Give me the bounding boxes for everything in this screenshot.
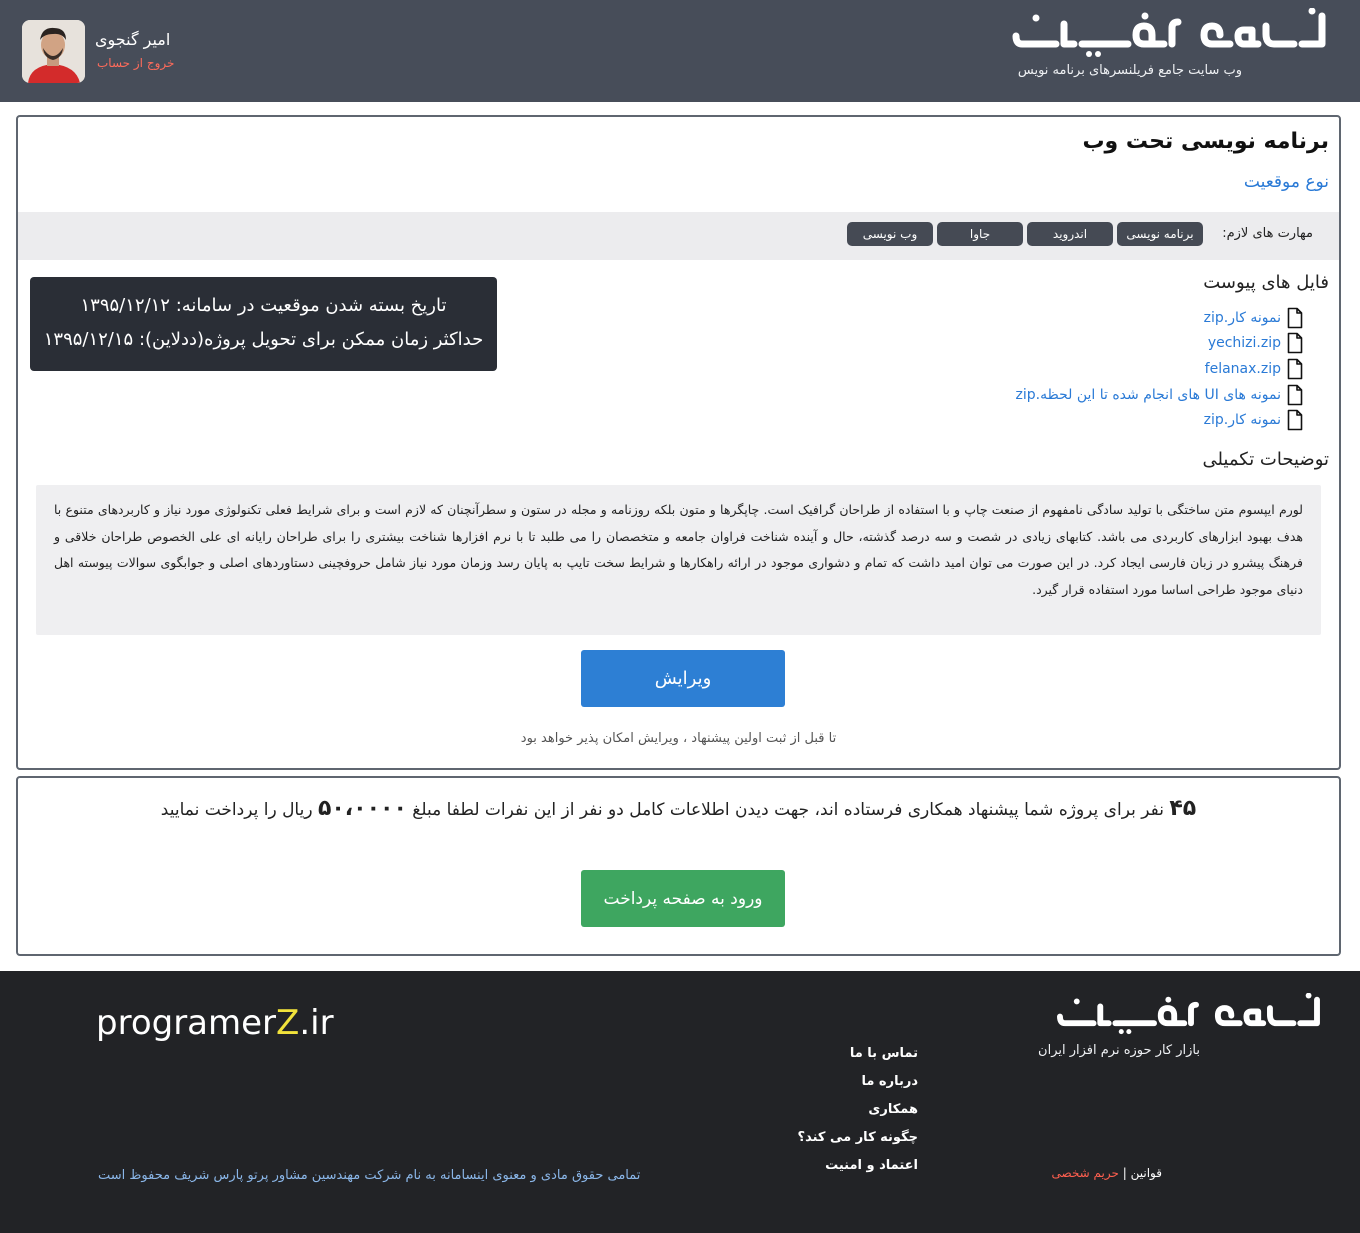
payment-button[interactable]: ورود به صفحه پرداخت [581,870,785,927]
attachment-link[interactable]: yechizi.zip [1208,335,1281,351]
skill-chip[interactable]: جاوا [937,222,1023,246]
proposal-count: ۴۵ [1169,796,1197,821]
dates-box: تاریخ بسته شدن موقعیت در سامانه: ۱۳۹۵/۱۲… [30,277,497,371]
footer-link-how-it-works[interactable]: چگونه کار می کند؟ [798,1130,918,1145]
attachment-item[interactable]: yechizi.zip [1208,332,1303,354]
file-icon [1287,358,1303,380]
deadline-date: حداکثر زمان ممکن برای تحویل پروژه(ددلاین… [43,329,484,350]
position-type-link[interactable]: نوع موقعیت [1244,172,1329,192]
footer-link-cooperation[interactable]: همکاری [868,1102,918,1117]
rules-link[interactable]: قوانین [1131,1166,1162,1180]
payment-message: ۴۵ نفر برای پروژه شما پیشنهاد همکاری فرس… [18,796,1339,821]
payment-text-after: ریال را پرداخت نمایید [160,800,313,820]
attachment-link[interactable]: felanax.zip [1205,361,1281,377]
legal-links: قوانین | حریم شخصی [1052,1166,1162,1180]
copyright-text: تمامی حقوق مادی و معنوی اینسامانه به نام… [98,1168,641,1183]
payment-text-before: نفر برای پروژه شما پیشنهاد همکاری فرستاد… [412,800,1164,820]
attachment-link[interactable]: نمونه کار.zip [1204,310,1281,326]
brand-logo[interactable] [1012,8,1332,58]
close-date: تاریخ بسته شدن موقعیت در سامانه: ۱۳۹۵/۱۲… [80,295,447,316]
skill-chip[interactable]: وب نویسی [847,222,933,246]
user-avatar[interactable] [22,20,85,83]
file-icon [1287,307,1303,329]
skill-chip[interactable]: اندروید [1027,222,1113,246]
legal-separator: | [1122,1166,1127,1180]
top-header: وب سایت جامع فریلنسرهای برنامه نویس امیر… [0,0,1360,102]
footer-brand-logo[interactable] [1056,993,1326,1035]
file-icon [1287,384,1303,406]
payment-amount: ۵۰،۰۰۰۰ [317,796,407,821]
domain-accent: Z [276,1003,300,1043]
file-icon [1287,332,1303,354]
domain-prefix: programer [96,1003,277,1043]
footer-link-about[interactable]: درباره ما [861,1074,918,1089]
edit-note: تا قبل از ثبت اولین پیشنهاد ، ویرایش امک… [520,731,837,746]
notes-title: توضیحات تکمیلی [1202,449,1329,470]
skills-bar: مهارت های لازم: برنامه نویسی اندروید جاو… [18,212,1339,260]
file-icon [1287,409,1303,431]
footer-link-trust[interactable]: اعتماد و امنیت [825,1158,918,1173]
site-domain[interactable]: programerZ.ir [96,1003,334,1043]
brand-tagline: وب سایت جامع فریلنسرهای برنامه نویس [1017,63,1242,78]
attachment-item[interactable]: نمونه کار.zip [1204,307,1303,329]
edit-button[interactable]: ویرایش [581,650,785,707]
attachment-item[interactable]: نمونه های UI های انجام شده تا این لحظه.z… [1016,384,1303,406]
payment-card: ۴۵ نفر برای پروژه شما پیشنهاد همکاری فرس… [16,776,1341,956]
attachment-item[interactable]: felanax.zip [1205,358,1303,380]
footer: بازار کار حوزه نرم افزار ایران programer… [0,971,1360,1233]
footer-link-contact[interactable]: تماس با ما [850,1046,918,1061]
attachment-link[interactable]: نمونه های UI های انجام شده تا این لحظه.z… [1016,387,1281,403]
skills-list: برنامه نویسی اندروید جاوا وب نویسی [847,222,1203,246]
privacy-link[interactable]: حریم شخصی [1052,1166,1119,1180]
skills-label: مهارت های لازم: [1222,226,1313,241]
avatar-image [22,20,85,83]
project-card: برنامه نویسی تحت وب نوع موقعیت مهارت های… [16,115,1341,770]
domain-suffix: .ir [299,1003,334,1043]
project-title: برنامه نویسی تحت وب [1082,129,1329,154]
user-box: امیر گنجوی خروج از حساب [22,20,222,83]
attachment-link[interactable]: نمونه کار.zip [1204,412,1281,428]
skill-chip[interactable]: برنامه نویسی [1117,222,1203,246]
attachment-item[interactable]: نمونه کار.zip [1204,409,1303,431]
footer-tagline: بازار کار حوزه نرم افزار ایران [1038,1043,1200,1058]
notes-text: لورم ایپسوم متن ساختگی با تولید سادگی نا… [36,485,1321,635]
logout-link[interactable]: خروج از حساب [97,56,174,70]
user-name: امیر گنجوی [95,30,171,49]
attachments-title: فایل های پیوست [1203,272,1329,293]
